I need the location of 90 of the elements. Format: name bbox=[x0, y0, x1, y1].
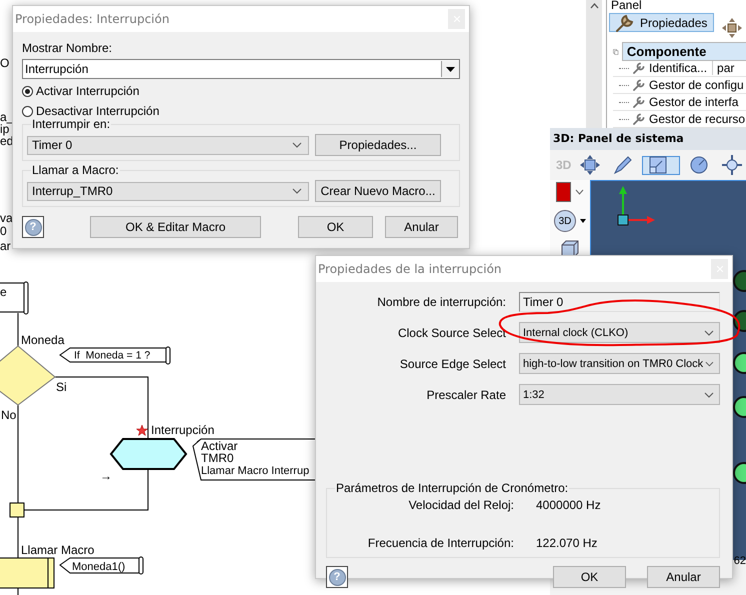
scroll-up-icon[interactable] bbox=[590, 3, 598, 9]
dropdown-arrow-icon[interactable] bbox=[446, 66, 455, 72]
name-field[interactable]: Timer 0 bbox=[519, 292, 720, 312]
group-legend: Parámetros de Interrupción de Cronómetro: bbox=[335, 482, 570, 495]
scrollbar[interactable] bbox=[586, 0, 602, 128]
move-icon bbox=[579, 154, 602, 176]
chevron-down-icon[interactable] bbox=[704, 330, 714, 336]
field-label: Prescaler Rate bbox=[426, 388, 506, 402]
radio-option[interactable]: Desactivar Interrupción bbox=[22, 104, 460, 118]
group-button[interactable]: Crear Nuevo Macro... bbox=[315, 180, 441, 202]
chevron-down-icon[interactable] bbox=[705, 360, 714, 366]
cut-off-text: O bbox=[0, 57, 10, 69]
field-label: Nombre de interrupción: bbox=[376, 295, 506, 309]
wrench-icon bbox=[632, 112, 646, 126]
block-label: e bbox=[0, 285, 7, 299]
connection-point bbox=[10, 502, 24, 518]
move-icon bbox=[721, 16, 744, 38]
wrench-icon bbox=[632, 78, 646, 92]
cut-off-text: va bbox=[0, 212, 13, 224]
interrupt-label: Interrupción bbox=[151, 423, 214, 437]
panel-title: Panel bbox=[610, 0, 643, 10]
parameter-label: Frecuencia de Interrupción: bbox=[366, 536, 514, 550]
field-label: Clock Source Select bbox=[396, 326, 506, 340]
dropdown-select[interactable]: high-to-low transition on TMR0 Clock bbox=[519, 353, 720, 374]
decision-diamond bbox=[0, 345, 56, 406]
caret-icon[interactable] bbox=[580, 219, 586, 223]
cancel-button[interactable]: Anular bbox=[385, 216, 458, 238]
color-swatch[interactable] bbox=[556, 182, 571, 202]
interrupt-comment-line: Llamar Macro Interrup bbox=[201, 465, 310, 477]
radio-label[interactable]: Desactivar Interrupción bbox=[36, 104, 160, 118]
group-legend: Llamar a Macro: bbox=[31, 164, 120, 177]
parameter-value: 4000000 Hz bbox=[536, 498, 601, 512]
tree-item[interactable]: Gestor de interfa bbox=[649, 95, 738, 109]
cut-off-text: ip bbox=[0, 123, 10, 135]
tree-item[interactable]: Componente bbox=[622, 42, 746, 61]
resize-icon bbox=[647, 154, 670, 176]
parameter-value: 122.070 Hz bbox=[536, 536, 598, 550]
radio-option[interactable]: Activar Interrupción bbox=[22, 84, 460, 98]
arrow-glyph: → bbox=[100, 469, 112, 483]
tree-item[interactable]: Identifica... bbox=[649, 61, 708, 75]
window-title: 3D: Panel de sistema bbox=[550, 128, 746, 150]
sphere-icon bbox=[688, 154, 710, 176]
pencil-icon bbox=[612, 154, 634, 176]
dropdown-select[interactable]: Interrup_TMR0 bbox=[27, 182, 309, 200]
dropdown-select[interactable]: 1:32 bbox=[519, 384, 720, 405]
interrupt-comment-line: Activar bbox=[201, 439, 238, 453]
ok-edit-macro-button[interactable]: OK & Editar Macro bbox=[90, 216, 261, 238]
dialog-title: Propiedades: Interrupción bbox=[15, 12, 170, 26]
interrupt-comment-line: TMR0 bbox=[201, 451, 234, 465]
radio-label[interactable]: Activar Interrupción bbox=[36, 84, 140, 98]
chevron-down-icon[interactable] bbox=[292, 142, 302, 148]
name-combobox[interactable]: Interrupción bbox=[22, 59, 460, 79]
axis-gizmo-icon[interactable] bbox=[617, 186, 657, 226]
ok-button[interactable]: OK bbox=[298, 216, 373, 238]
radio-button[interactable] bbox=[22, 86, 33, 96]
target-icon bbox=[721, 154, 743, 176]
yes-label: Si bbox=[56, 380, 67, 394]
chevron-down-icon[interactable] bbox=[704, 392, 714, 398]
tree-item[interactable]: Gestor de configu bbox=[649, 78, 744, 92]
dropdown-select[interactable]: Internal clock (CLKO) bbox=[519, 322, 720, 343]
callout-end-cap bbox=[138, 556, 144, 574]
tree-item[interactable]: Gestor de recurso bbox=[649, 112, 746, 126]
no-label: No bbox=[1, 408, 16, 422]
decision-label: Moneda bbox=[21, 333, 64, 347]
radio-button[interactable] bbox=[22, 106, 33, 116]
decision-comment: If Moneda = 1 ? bbox=[59, 348, 166, 362]
cut-off-text: 0 bbox=[0, 225, 7, 237]
group-button[interactable]: Propiedades... bbox=[315, 134, 441, 156]
property-value: par bbox=[712, 61, 734, 75]
macro-call-block bbox=[0, 558, 54, 588]
toolbar-button[interactable] bbox=[642, 156, 680, 174]
ok-button[interactable]: OK bbox=[553, 566, 626, 588]
view-button[interactable]: 3D bbox=[554, 210, 576, 232]
dropdown-chevron-icon[interactable] bbox=[575, 189, 584, 195]
call-comment: Moneda1() bbox=[72, 561, 126, 573]
chevron-down-icon[interactable] bbox=[292, 188, 302, 194]
properties-tab[interactable]: Propiedades bbox=[609, 13, 714, 32]
dropdown-select[interactable]: Timer 0 bbox=[27, 136, 309, 154]
field-label: Mostrar Nombre: bbox=[22, 41, 114, 55]
parameter-label: Velocidad del Reloj: bbox=[408, 498, 514, 512]
wrench-icon bbox=[632, 61, 646, 75]
dialog-title: Propiedades de la interrupción bbox=[318, 262, 502, 276]
call-label: Llamar Macro bbox=[21, 543, 94, 557]
star-icon bbox=[136, 424, 148, 436]
cut-off-text: ar bbox=[0, 240, 11, 252]
callout-end-cap bbox=[166, 346, 170, 364]
wrench-icon bbox=[632, 95, 646, 109]
group-legend: Interrumpir en: bbox=[31, 118, 112, 131]
field-label: Source Edge Select bbox=[398, 356, 506, 370]
cancel-button[interactable]: Anular bbox=[647, 566, 720, 588]
